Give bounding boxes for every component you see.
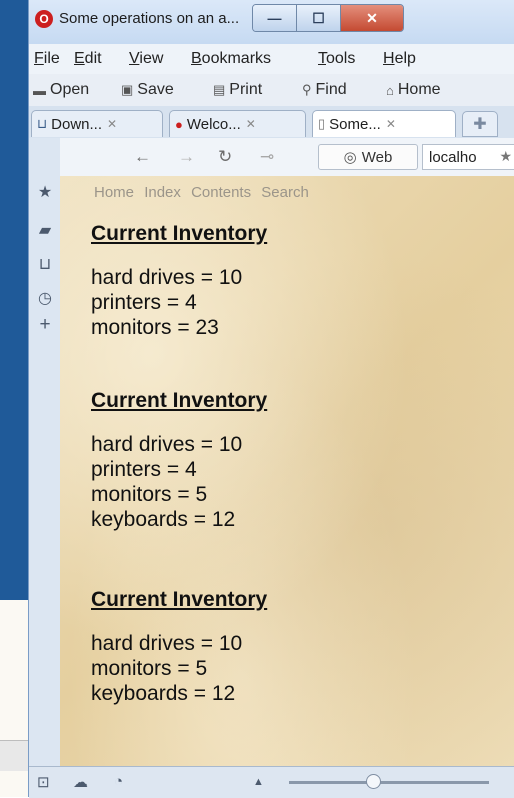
cloud-sync-icon[interactable]: ☁ (73, 773, 88, 791)
nav-link-home[interactable]: Home (94, 184, 134, 201)
close-button[interactable]: ✕ (341, 5, 403, 31)
notes-icon[interactable]: ▰ (35, 220, 55, 240)
web-search-button[interactable]: ◎ Web (318, 144, 418, 170)
inventory-line: keyboards = 12 (91, 508, 236, 531)
panel-toggle-icon[interactable]: ⊡ (37, 773, 50, 791)
minimize-button[interactable]: — (253, 5, 297, 31)
zoom-slider-track[interactable] (289, 781, 489, 784)
close-tab-icon[interactable]: ✕ (386, 117, 396, 131)
globe-icon: ◎ (343, 149, 357, 166)
wand-key-icon[interactable]: ⊸ (260, 147, 274, 167)
tab-bar: ⊔ Down... ✕ ● Welco... ✕ ▯ Some... ✕ ✚ (29, 106, 514, 139)
section-heading: Current Inventory (91, 588, 268, 611)
print-button[interactable]: ▤ Print (213, 81, 262, 99)
inventory-line: hard drives = 10 (91, 632, 243, 655)
status-bar: ⊡ ☁ ◔ ▲ (29, 766, 514, 798)
inventory-section: Current Inventory hard drives = 10 print… (91, 221, 267, 340)
reload-icon[interactable]: ↻ (218, 147, 232, 167)
menu-view[interactable]: View (129, 50, 163, 68)
page-nav-links: Home Index Contents Search (94, 184, 315, 201)
inventory-line: hard drives = 10 (91, 433, 243, 456)
print-icon: ▤ (213, 82, 226, 97)
save-icon: ▣ (121, 82, 134, 97)
speed-dial-icon[interactable]: ◔ (114, 773, 123, 790)
bookmarks-star-icon[interactable]: ★ (35, 182, 55, 202)
inventory-line: printers = 4 (91, 291, 197, 314)
menu-edit[interactable]: Edit (74, 50, 102, 68)
menu-help[interactable]: Help (383, 50, 416, 68)
inventory-line: hard drives = 10 (91, 266, 243, 289)
opera-icon: O (35, 10, 53, 28)
tab-welcome[interactable]: ● Welco... ✕ (169, 110, 306, 137)
inventory-section: Current Inventory hard drives = 10 print… (91, 388, 267, 532)
back-arrow-icon[interactable]: ← (134, 147, 151, 167)
side-panel: ★ ▰ ⊔ ◷ + (29, 138, 61, 766)
close-tab-icon[interactable]: ✕ (246, 117, 256, 131)
nav-link-search[interactable]: Search (261, 184, 309, 201)
tab-some-operations[interactable]: ▯ Some... ✕ (312, 110, 456, 137)
menu-tools[interactable]: Tools (318, 50, 355, 68)
bookmark-star-icon[interactable]: ★ (499, 148, 512, 165)
home-icon: ⌂ (386, 82, 394, 98)
opera-icon: ● (175, 116, 183, 132)
search-icon: ⚲ (302, 82, 312, 97)
title-bar: O Some operations on an a... — ☐ ✕ (29, 0, 514, 44)
inventory-line: monitors = 5 (91, 483, 208, 506)
forward-arrow-icon[interactable]: → (178, 147, 195, 167)
tab-downloads[interactable]: ⊔ Down... ✕ (31, 110, 163, 137)
home-button[interactable]: ⌂ Home (386, 81, 441, 99)
new-tab-button[interactable]: ✚ (462, 111, 498, 137)
save-button[interactable]: ▣ Save (121, 81, 174, 99)
nav-link-index[interactable]: Index (144, 184, 181, 201)
plus-icon: ✚ (473, 116, 487, 133)
section-heading: Current Inventory (91, 222, 268, 245)
inventory-line: printers = 4 (91, 458, 197, 481)
window-title: Some operations on an a... (59, 10, 240, 27)
menu-bookmarks[interactable]: Bookmarks (191, 50, 271, 68)
section-heading: Current Inventory (91, 389, 268, 412)
zoom-slider-handle[interactable] (366, 774, 381, 789)
browser-window: O Some operations on an a... — ☐ ✕ File … (28, 0, 514, 798)
inventory-line: monitors = 23 (91, 316, 219, 339)
navigation-bar: ← → ↻ ⊸ ◎ Web localho ★ (60, 138, 514, 177)
downloads-icon: ⊔ (37, 116, 48, 131)
maximize-button[interactable]: ☐ (297, 5, 341, 31)
address-field[interactable]: localho ★ (422, 144, 514, 170)
page-content: Home Index Contents Search Current Inven… (60, 176, 514, 766)
page-icon: ▯ (318, 116, 326, 131)
history-clock-icon[interactable]: ◷ (35, 288, 55, 308)
nav-link-contents[interactable]: Contents (191, 184, 251, 201)
zoom-up-icon[interactable]: ▲ (253, 776, 264, 788)
toolbar: ▬ Open ▣ Save ▤ Print ⚲ Find ⌂ Home (29, 74, 514, 106)
inventory-line: monitors = 5 (91, 657, 208, 680)
menu-bar: File Edit View Bookmarks Tools Help (29, 44, 514, 74)
find-button[interactable]: ⚲ Find (302, 81, 347, 99)
close-tab-icon[interactable]: ✕ (107, 117, 117, 131)
add-panel-icon[interactable]: + (35, 314, 55, 336)
window-controls: — ☐ ✕ (252, 4, 404, 32)
open-button[interactable]: ▬ Open (33, 81, 89, 99)
downloads-icon[interactable]: ⊔ (35, 254, 55, 274)
inventory-section: Current Inventory hard drives = 10 monit… (91, 587, 267, 706)
menu-file[interactable]: File (34, 50, 60, 68)
inventory-line: keyboards = 12 (91, 682, 236, 705)
folder-icon: ▬ (33, 82, 46, 98)
